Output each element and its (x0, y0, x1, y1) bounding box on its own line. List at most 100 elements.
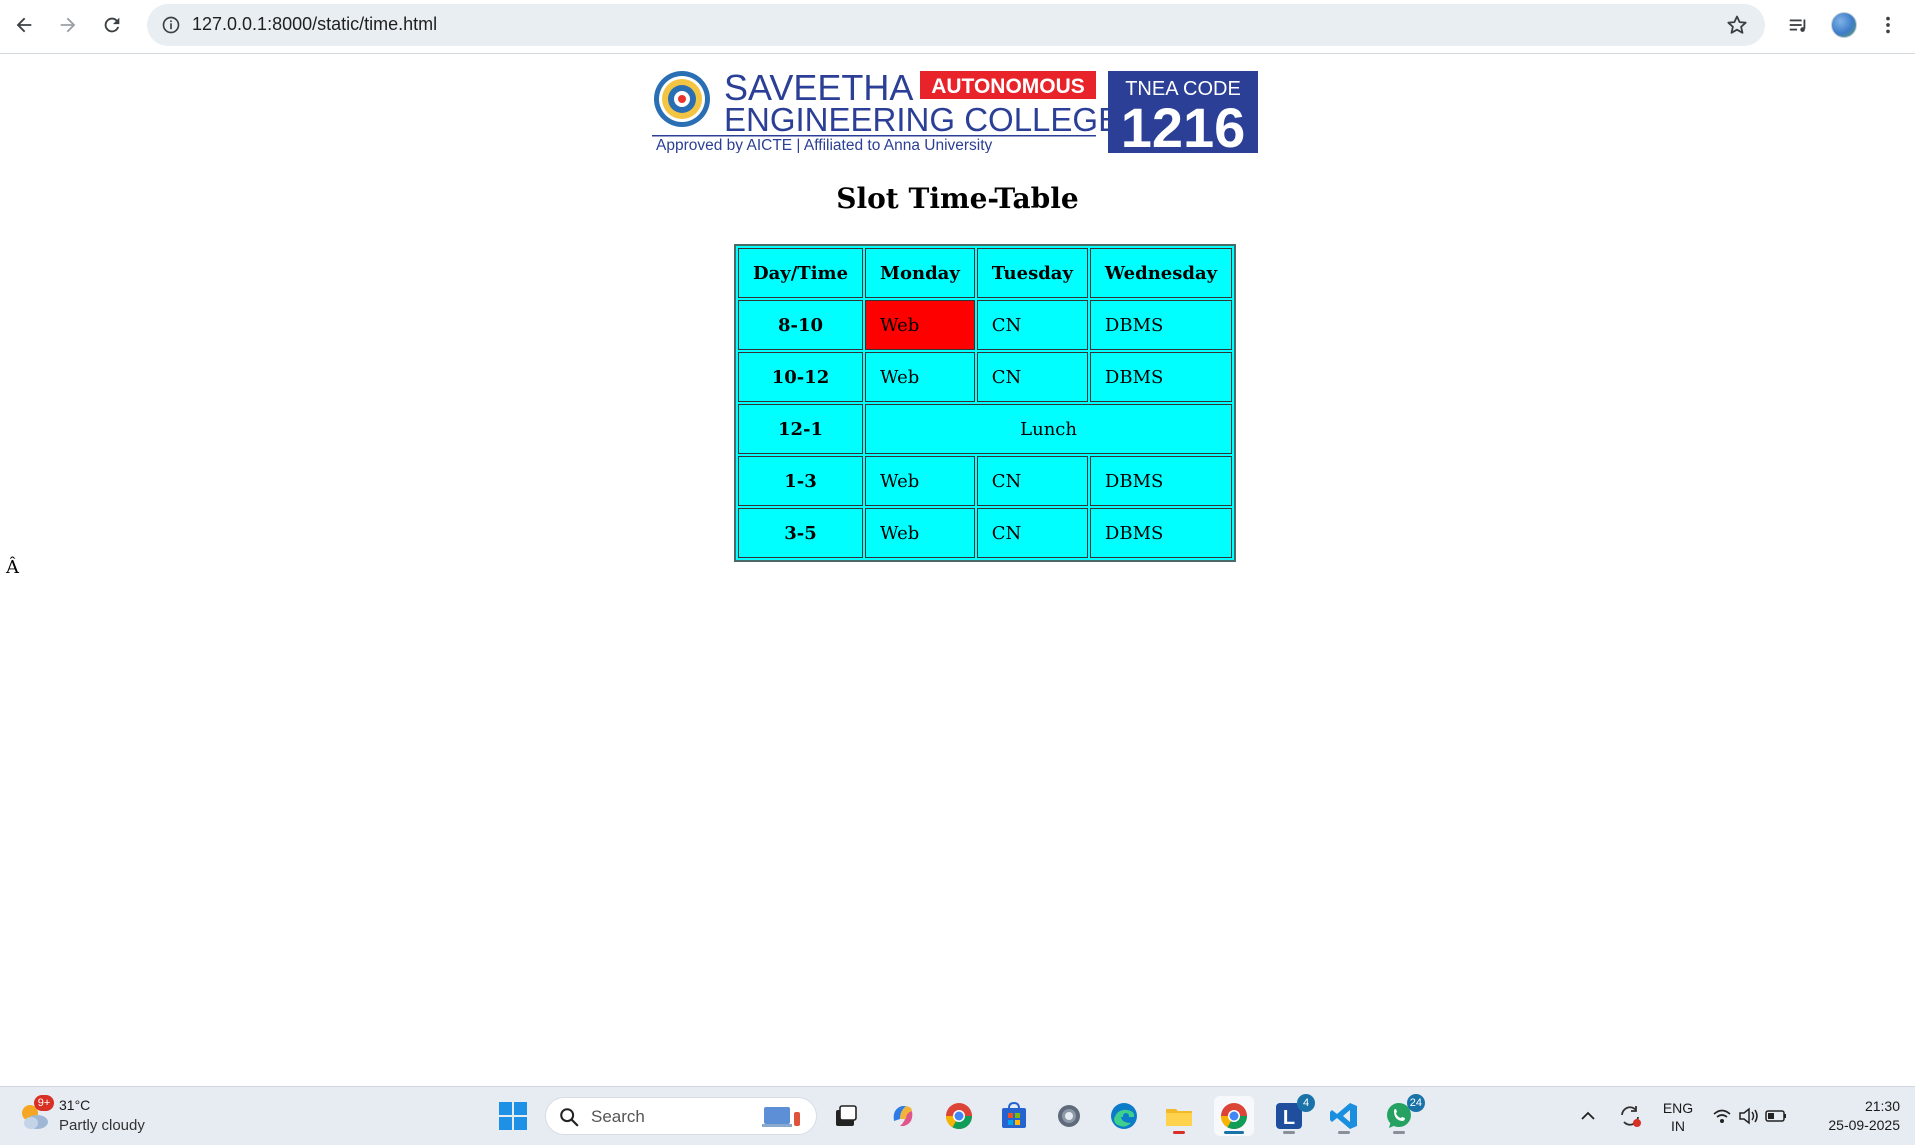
browser-toolbar: 127.0.0.1:8000/static/time.html (0, 0, 1915, 54)
forward-button[interactable] (50, 7, 86, 43)
language-code: ENG (1662, 1100, 1694, 1116)
table-row: 10-12 Web CN DBMS (738, 352, 1233, 402)
taskbar-chrome[interactable] (939, 1096, 979, 1136)
sync-icon[interactable] (1617, 1103, 1643, 1129)
taskbar-edge[interactable] (1104, 1096, 1144, 1136)
url-text[interactable]: 127.0.0.1:8000/static/time.html (192, 14, 437, 35)
taskbar-vscode[interactable] (1324, 1096, 1364, 1136)
whatsapp-badge: 24 (1406, 1094, 1425, 1112)
taskbar-app-l[interactable]: L 4 (1269, 1094, 1315, 1136)
file-explorer-icon (1166, 1109, 1192, 1126)
address-bar[interactable]: 127.0.0.1:8000/static/time.html (147, 4, 1765, 46)
search-icon (560, 1108, 579, 1127)
taskbar: 9+ 31°C Partly cloudy Search L 4 24 ENG … (0, 1086, 1915, 1145)
slot-cell: CN (976, 456, 1088, 506)
reading-list-button[interactable] (1785, 12, 1811, 38)
logo-name-line2: ENGINEERING COLLEGE (724, 101, 1120, 138)
slot-cell: DBMS (1089, 352, 1233, 402)
table-row: 3-5 Web CN DBMS (738, 508, 1233, 558)
taskbar-settings[interactable] (1049, 1096, 1089, 1136)
slot-cell: Web (865, 352, 975, 402)
running-indicator (1173, 1131, 1185, 1134)
windows-start-icon (499, 1102, 527, 1130)
slot-cell-highlighted: Web (865, 300, 975, 350)
slot-cell: DBMS (1089, 456, 1233, 506)
time-slot: 8-10 (738, 300, 864, 350)
page-title: Slot Time-Table (836, 182, 1079, 215)
wifi-icon (1713, 1109, 1731, 1123)
region-code: IN (1671, 1118, 1685, 1134)
copilot-icon (893, 1106, 913, 1126)
header-tuesday: Tuesday (976, 248, 1088, 298)
time-slot: 10-12 (738, 352, 864, 402)
chrome-icon (945, 1103, 973, 1130)
table-row: 8-10 Web CN DBMS (738, 300, 1233, 350)
reload-button[interactable] (94, 7, 130, 43)
volume-icon (1739, 1107, 1758, 1125)
stray-character: Â (6, 557, 19, 578)
running-indicator (1393, 1131, 1405, 1134)
menu-dots-icon (1886, 16, 1890, 34)
time-slot: 12-1 (738, 404, 864, 454)
college-logo: SAVEETHA AUTONOMOUS ENGINEERING COLLEGE … (652, 69, 1258, 153)
taskbar-chrome-active[interactable] (1214, 1096, 1254, 1136)
store-icon (1002, 1101, 1026, 1128)
time-slot: 1-3 (738, 456, 864, 506)
chrome-icon (1220, 1103, 1248, 1130)
site-info-icon (162, 16, 180, 34)
quick-settings[interactable] (1710, 1105, 1790, 1127)
tray-overflow-icon[interactable] (1577, 1105, 1599, 1127)
logo-badge-text: AUTONOMOUS (931, 75, 1085, 98)
clock-time: 21:30 (1864, 1098, 1900, 1114)
header-monday: Monday (865, 248, 975, 298)
site-info-button[interactable] (157, 11, 185, 39)
start-button[interactable] (493, 1096, 533, 1136)
task-view-icon (836, 1105, 857, 1126)
svg-text:L: L (1283, 1107, 1295, 1129)
profile-avatar[interactable] (1831, 12, 1857, 38)
taskbar-store[interactable] (994, 1096, 1034, 1136)
edge-icon (1111, 1103, 1137, 1129)
running-indicator (1283, 1131, 1295, 1134)
header-row: Day/Time Monday Tuesday Wednesday (738, 248, 1233, 298)
time-slot: 3-5 (738, 508, 864, 558)
battery-icon (1765, 1110, 1786, 1122)
taskbar-file-explorer[interactable] (1159, 1096, 1199, 1136)
running-indicator (1224, 1131, 1244, 1134)
weather-temperature: 31°C (59, 1097, 91, 1113)
weather-widget[interactable]: 9+ 31°C Partly cloudy (16, 1095, 176, 1139)
taskbar-task-view[interactable] (826, 1096, 866, 1136)
running-indicator (1338, 1131, 1350, 1134)
system-clock[interactable]: 21:30 25-09-2025 (1800, 1097, 1900, 1135)
slot-cell: DBMS (1089, 508, 1233, 558)
slot-cell: Web (865, 456, 975, 506)
reload-icon (104, 17, 120, 33)
timetable: Day/Time Monday Tuesday Wednesday 8-10 W… (734, 244, 1237, 562)
logo-tagline: Approved by AICTE | Affiliated to Anna U… (656, 137, 993, 153)
bookmark-star-icon[interactable] (1725, 13, 1749, 37)
search-label: Search (591, 1107, 645, 1126)
slot-cell: CN (976, 352, 1088, 402)
slot-cell: DBMS (1089, 300, 1233, 350)
browser-menu-button[interactable] (1875, 12, 1901, 38)
header-day-time: Day/Time (738, 248, 864, 298)
page-content: SAVEETHA AUTONOMOUS ENGINEERING COLLEGE … (0, 55, 1915, 1086)
vscode-icon (1330, 1103, 1357, 1129)
slot-cell: Web (865, 508, 975, 558)
weather-alert-badge: 9+ (34, 1095, 54, 1111)
taskbar-search[interactable]: Search (545, 1097, 817, 1135)
college-emblem-icon (654, 71, 710, 127)
search-highlight-icon (762, 1107, 800, 1127)
reading-list-icon (1789, 19, 1806, 32)
taskbar-whatsapp[interactable]: 24 (1379, 1094, 1425, 1136)
back-icon (16, 17, 32, 33)
weather-condition: Partly cloudy (59, 1117, 145, 1134)
table-row: 1-3 Web CN DBMS (738, 456, 1233, 506)
header-wednesday: Wednesday (1089, 248, 1233, 298)
back-button[interactable] (6, 7, 42, 43)
forward-icon (60, 17, 76, 33)
table-row: 12-1 Lunch (738, 404, 1233, 454)
language-indicator[interactable]: ENG IN (1661, 1099, 1695, 1135)
taskbar-copilot[interactable] (883, 1096, 923, 1136)
clock-date: 25-09-2025 (1828, 1117, 1900, 1133)
